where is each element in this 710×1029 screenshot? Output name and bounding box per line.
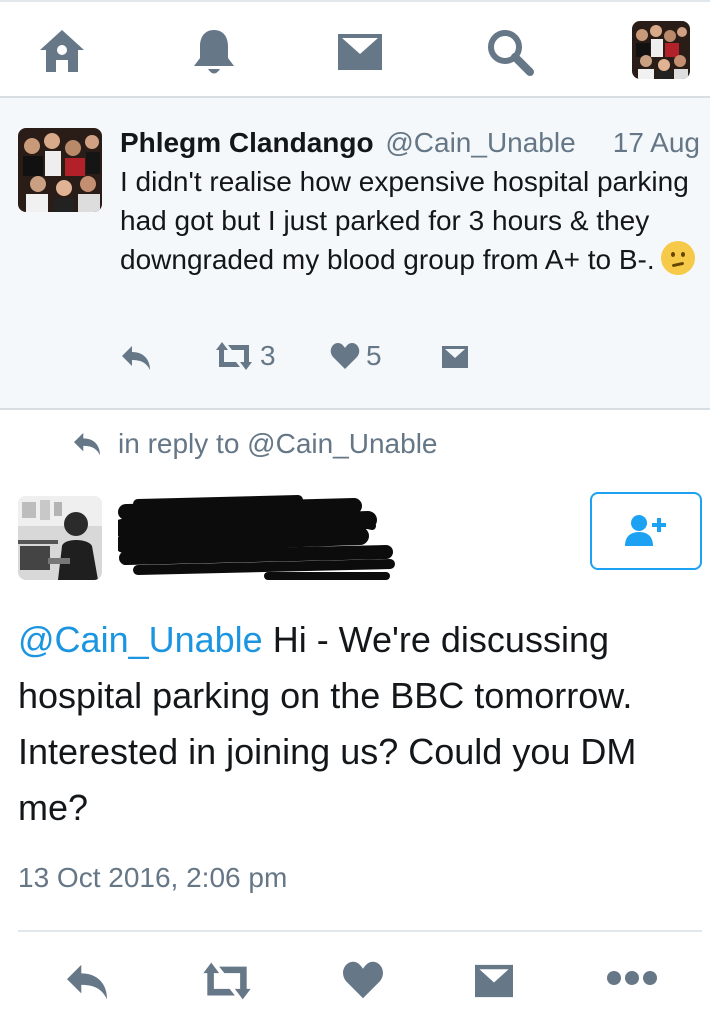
tweet-text: I didn't realise how expensive hospital … [120,162,710,279]
like-button[interactable] [342,960,384,1000]
retweet-icon [216,342,252,370]
retweet-button[interactable] [200,960,254,1002]
follow-button[interactable] [590,492,702,570]
bell-icon[interactable] [186,24,242,80]
like-count: 5 [366,340,382,371]
envelope-icon[interactable] [332,24,388,80]
reply-icon [74,432,100,456]
envelope-icon [475,964,513,998]
dm-button[interactable] [440,344,470,370]
search-icon[interactable] [482,24,538,80]
reply-tweet-text: @Cain_Unable Hi - We're discussing hospi… [18,612,698,836]
reply-context[interactable]: in reply to @Cain_Unable [72,428,437,460]
profile-avatar[interactable] [632,21,690,79]
mention-link[interactable]: @Cain_Unable [18,619,263,660]
tweet-actions: 3 5 [0,340,710,380]
reply-button[interactable] [120,344,152,372]
tweet-body: I didn't realise how expensive hospital … [120,166,689,275]
top-nav [0,0,710,98]
add-user-icon [625,515,666,546]
divider [18,930,702,932]
avatar[interactable] [18,128,102,212]
confused-face-emoji [660,241,695,275]
tweet-header: Phlegm Clandango @Cain_Unable 17 Aug [120,126,700,160]
like-button[interactable]: 5 [330,340,382,372]
avatar[interactable] [18,496,102,580]
envelope-icon [442,346,468,368]
original-tweet[interactable]: Phlegm Clandango @Cain_Unable 17 Aug I d… [0,98,710,410]
display-name[interactable]: Phlegm Clandango [120,127,374,158]
more-options-button[interactable] [606,970,658,986]
more-icon [607,971,657,985]
redacted-author-name [113,492,398,582]
handle[interactable]: @Cain_Unable [385,127,575,158]
dm-button[interactable] [472,962,516,1000]
tweet-date[interactable]: 17 Aug [613,126,700,160]
tweet-timestamp[interactable]: 13 Oct 2016, 2:06 pm [18,862,287,894]
reply-icon [67,964,107,1000]
retweet-button[interactable]: 3 [214,340,276,372]
heart-icon [343,961,383,999]
retweet-count: 3 [260,340,276,371]
retweet-icon [203,962,251,1000]
reply-tweet-actions [0,958,710,1008]
home-icon[interactable] [34,24,90,80]
reply-button[interactable] [64,962,110,1002]
heart-icon [330,343,360,369]
reply-context-label: in reply to @Cain_Unable [118,428,438,459]
reply-icon [122,346,150,370]
